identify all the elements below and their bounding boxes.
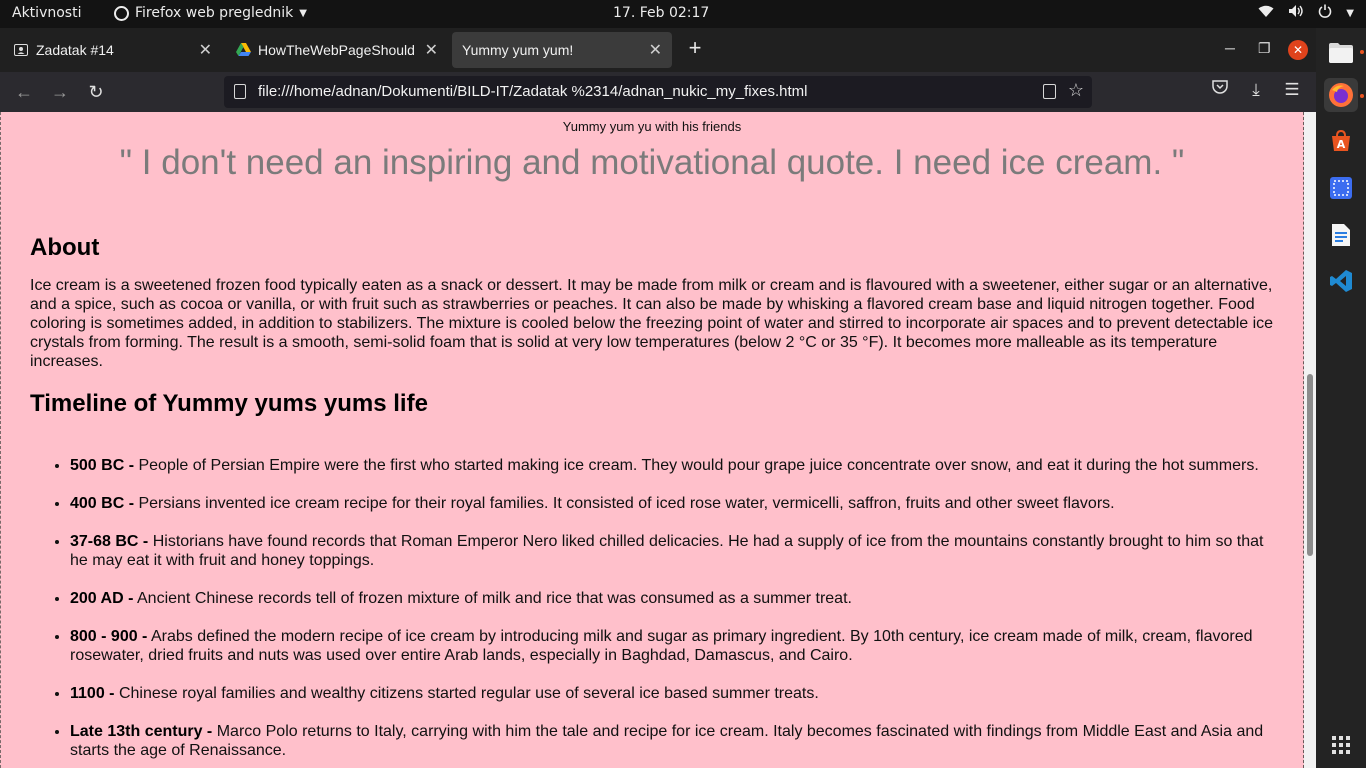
timeline-text: Marco Polo returns to Italy, carrying wi… <box>70 723 1264 759</box>
pocket-icon[interactable] <box>1209 80 1231 100</box>
tab-zadatak[interactable]: Zadatak #14 ✕ <box>4 32 222 68</box>
tab-label: Zadatak #14 <box>36 42 114 58</box>
timeline-item: 37-68 BC - Historians have found records… <box>70 532 1270 570</box>
forward-arrow-icon[interactable]: → <box>48 80 72 104</box>
timeline-text: Chinese royal families and wealthy citiz… <box>118 685 819 702</box>
reader-view-icon[interactable] <box>1043 84 1056 99</box>
system-tray[interactable]: ▼ <box>1258 4 1354 22</box>
text-document-icon[interactable] <box>1324 218 1358 252</box>
timeline-item: Late 13th century - Marco Polo returns t… <box>70 722 1270 760</box>
software-store-icon[interactable]: A <box>1324 124 1358 158</box>
app-grid-icon[interactable] <box>1324 728 1358 762</box>
timeline-year: 800 - 900 - <box>70 628 148 645</box>
tab-strip: Zadatak #14 ✕ HowTheWebPageShould ✕ Yumm… <box>0 28 1316 72</box>
system-top-bar: Aktivnosti Firefox web preglednik ▼ 17. … <box>0 0 1366 28</box>
timeline-text: Arabs defined the modern recipe of ice c… <box>70 628 1253 664</box>
running-indicator <box>1360 94 1364 98</box>
timeline-year: 37-68 BC - <box>70 533 149 550</box>
chevron-down-icon: ▼ <box>299 7 307 19</box>
app-name: Firefox web preglednik <box>135 5 294 21</box>
chevron-down-icon: ▼ <box>1346 7 1354 19</box>
power-icon <box>1318 4 1332 22</box>
timeline-item: 200 AD - Ancient Chinese records tell of… <box>70 589 1270 608</box>
app-menu[interactable]: Firefox web preglednik ▼ <box>114 5 307 21</box>
menu-icon[interactable]: ☰ <box>1281 80 1303 100</box>
close-icon[interactable]: ✕ <box>649 40 662 60</box>
wifi-icon <box>1258 5 1274 22</box>
google-drive-icon <box>236 43 251 57</box>
clock[interactable]: 17. Feb 02:17 <box>613 5 709 21</box>
window-close-button[interactable]: ✕ <box>1288 40 1308 60</box>
tab-label: HowTheWebPageShould <box>258 42 415 58</box>
quote-text: " I don't need an inspiring and motivati… <box>119 143 1185 182</box>
person-card-icon <box>14 43 28 57</box>
close-icon[interactable]: ✕ <box>425 40 438 60</box>
timeline-year: 400 BC - <box>70 495 135 512</box>
firefox-icon[interactable] <box>1324 78 1358 112</box>
url-bar[interactable]: file:///home/adnan/Dokumenti/BILD-IT/Zad… <box>224 76 1092 108</box>
close-icon[interactable]: ✕ <box>199 40 212 60</box>
timeline-text: Persians invented ice cream recipe for t… <box>138 495 1115 512</box>
svg-text:A: A <box>1337 138 1346 151</box>
maximize-icon[interactable]: ❐ <box>1258 40 1271 57</box>
timeline-list: 500 BC - People of Persian Empire were t… <box>70 456 1270 768</box>
reload-icon[interactable]: ↻ <box>84 80 108 104</box>
bookmark-star-icon[interactable]: ☆ <box>1068 80 1084 101</box>
timeline-item: 800 - 900 - Arabs defined the modern rec… <box>70 627 1270 665</box>
files-icon[interactable] <box>1324 36 1358 70</box>
screenshot-icon[interactable] <box>1324 171 1358 205</box>
about-heading: About <box>30 234 100 261</box>
timeline-year: Late 13th century - <box>70 723 213 740</box>
timeline-text: Ancient Chinese records tell of frozen m… <box>137 590 852 607</box>
running-indicator <box>1360 50 1364 54</box>
url-text[interactable]: file:///home/adnan/Dokumenti/BILD-IT/Zad… <box>258 83 807 100</box>
activities-button[interactable]: Aktivnosti <box>12 5 81 21</box>
back-arrow-icon[interactable]: ← <box>12 80 36 104</box>
tab-howthewebpage[interactable]: HowTheWebPageShould ✕ <box>226 32 448 68</box>
timeline-item: 400 BC - Persians invented ice cream rec… <box>70 494 1270 513</box>
timeline-year: 200 AD - <box>70 590 134 607</box>
timeline-year: 500 BC - <box>70 457 135 474</box>
scrollbar-thumb[interactable] <box>1307 374 1313 556</box>
navigation-bar: ← → ↻ file:///home/adnan/Dokumenti/BILD-… <box>0 72 1316 112</box>
about-paragraph: Ice cream is a sweetened frozen food typ… <box>30 277 1274 370</box>
dock: A <box>1316 28 1366 768</box>
new-tab-button[interactable]: + <box>684 36 706 62</box>
tab-label: Yummy yum yum! <box>462 42 574 58</box>
minimize-icon[interactable]: ─ <box>1225 40 1235 56</box>
timeline-item: 500 BC - People of Persian Empire were t… <box>70 456 1270 475</box>
timeline-year: 1100 - <box>70 685 115 702</box>
timeline-item: 1100 - Chinese royal families and wealth… <box>70 684 1270 703</box>
timeline-text: People of Persian Empire were the first … <box>138 457 1259 474</box>
volume-icon <box>1288 4 1304 22</box>
image-caption: Yummy yum yu with his friends <box>562 119 742 134</box>
firefox-icon <box>114 5 129 21</box>
timeline-heading: Timeline of Yummy yums yums life <box>30 390 428 417</box>
timeline-text: Historians have found records that Roman… <box>70 533 1264 569</box>
download-icon[interactable]: ⤓ <box>1245 80 1267 100</box>
page-icon <box>234 84 246 99</box>
vscode-icon[interactable] <box>1324 264 1358 298</box>
tab-yummy[interactable]: Yummy yum yum! ✕ <box>452 32 672 68</box>
